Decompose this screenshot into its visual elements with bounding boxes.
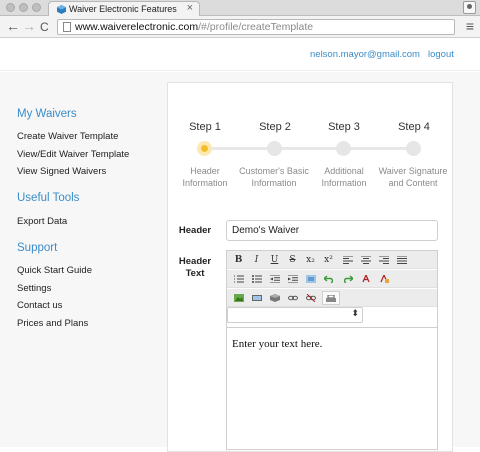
cube-favicon-icon (57, 5, 66, 14)
forward-icon[interactable]: → (22, 19, 36, 33)
editor-toolbar-row-3 (227, 289, 437, 307)
close-window-button[interactable] (6, 3, 15, 12)
step-2-indicator[interactable] (267, 141, 282, 156)
step-2-desc-line1: Customer's Basic (239, 166, 309, 176)
step-2-desc-line2: Information (251, 178, 297, 188)
insert-image-icon[interactable] (231, 291, 246, 305)
logout-link[interactable]: logout (428, 49, 454, 60)
step-2-description: Customer's Basic Information (234, 165, 314, 189)
align-justify-icon[interactable] (394, 253, 409, 267)
browser-menu-icon[interactable]: ≡ (466, 18, 474, 34)
url-host: www.waiverelectronic.com (75, 21, 199, 33)
step-3-description: Additional Information (304, 165, 384, 189)
step-1-desc-line2: Information (182, 178, 228, 188)
indent-icon[interactable] (285, 272, 300, 286)
insert-link-icon[interactable] (285, 291, 300, 305)
text-color-icon[interactable] (358, 272, 373, 286)
editor-content-area[interactable]: Enter your text here. (227, 327, 437, 449)
format-select[interactable]: ⬍ (227, 307, 363, 323)
step-4-desc-line1: Waiver Signature (378, 166, 448, 176)
underline-button[interactable]: U (267, 253, 282, 267)
step-3-desc-line1: Additional (324, 166, 364, 176)
sidebar-item-view-edit-waiver-template[interactable]: View/Edit Waiver Template (17, 149, 129, 160)
browser-toolbar: ← → C www.waiverelectronic.com/#/profile… (0, 16, 480, 38)
unordered-list-icon[interactable] (249, 272, 264, 286)
address-bar[interactable]: www.waiverelectronic.com/#/profile/creat… (57, 19, 455, 35)
highlight-color-icon[interactable] (376, 272, 391, 286)
sidebar-item-contact-us[interactable]: Contact us (17, 300, 62, 311)
sidebar-item-export-data[interactable]: Export Data (17, 216, 67, 227)
step-3-desc-line2: Information (321, 178, 367, 188)
step-4-desc-line2: and Content (388, 178, 438, 188)
user-email-link[interactable]: nelson.mayor@gmail.com (310, 49, 420, 60)
page-icon (63, 22, 71, 32)
step-4-label: Step 4 (398, 121, 430, 133)
insert-object-icon[interactable] (267, 291, 282, 305)
blockquote-icon[interactable] (303, 272, 318, 286)
align-right-icon[interactable] (376, 253, 391, 267)
minimize-window-button[interactable] (19, 3, 28, 12)
align-center-icon[interactable] (358, 253, 373, 267)
header-text-field-label: Header Text (177, 256, 213, 280)
url-text: www.waiverelectronic.com/#/profile/creat… (75, 21, 313, 33)
select-arrows-icon: ⬍ (351, 308, 359, 318)
outdent-icon[interactable] (267, 272, 282, 286)
subscript-button[interactable]: x₂ (303, 253, 318, 267)
step-3-indicator[interactable] (336, 141, 351, 156)
header-text-label-line1: Header (178, 256, 212, 267)
superscript-button[interactable]: x² (321, 253, 336, 267)
print-icon[interactable] (322, 291, 340, 305)
reload-icon[interactable]: C (40, 20, 49, 34)
align-left-icon[interactable] (340, 253, 355, 267)
sidebar-item-prices-and-plans[interactable]: Prices and Plans (17, 318, 88, 329)
tab-title: Waiver Electronic Features (69, 4, 177, 14)
step-2-label: Step 2 (259, 121, 291, 133)
italic-button[interactable]: I (249, 253, 264, 267)
header-input[interactable] (226, 220, 438, 241)
step-3-label: Step 3 (328, 121, 360, 133)
step-4-indicator[interactable] (406, 141, 421, 156)
browser-tab-bar: Waiver Electronic Features × (0, 0, 480, 17)
insert-video-icon[interactable] (249, 291, 264, 305)
editor-toolbar-row-1: B I U S x₂ x² (227, 251, 437, 269)
step-1-indicator[interactable] (197, 141, 212, 156)
step-1-description: Header Information (165, 165, 245, 189)
undo-icon[interactable] (321, 272, 336, 286)
remove-link-icon[interactable] (303, 291, 318, 305)
step-1-label: Step 1 (189, 121, 221, 133)
header-text-label-line2: Text (185, 268, 205, 279)
profile-icon[interactable] (463, 1, 476, 14)
bold-button[interactable]: B (231, 253, 246, 267)
zoom-window-button[interactable] (32, 3, 41, 12)
tab-close-icon[interactable]: × (187, 2, 193, 14)
sidebar-item-quick-start-guide[interactable]: Quick Start Guide (17, 265, 92, 276)
url-path: /#/profile/createTemplate (198, 21, 314, 33)
sidebar-item-settings[interactable]: Settings (17, 283, 51, 294)
stepper-track (205, 147, 413, 150)
header-field-label: Header (178, 225, 212, 236)
sidebar-item-view-signed-waivers[interactable]: View Signed Waivers (17, 166, 106, 177)
section-title-useful-tools: Useful Tools (17, 192, 80, 204)
browser-tab[interactable]: Waiver Electronic Features × (48, 1, 200, 17)
rich-text-editor: B I U S x₂ x² ⬍ Enter your text here. (226, 250, 438, 450)
strikethrough-button[interactable]: S (285, 253, 300, 267)
app-header: nelson.mayor@gmail.com logout (0, 38, 480, 71)
ordered-list-icon[interactable] (231, 272, 246, 286)
editor-text: Enter your text here. (232, 338, 323, 350)
section-title-support: Support (17, 242, 58, 254)
redo-icon[interactable] (340, 272, 355, 286)
back-icon[interactable]: ← (6, 19, 20, 33)
sidebar-item-create-waiver-template[interactable]: Create Waiver Template (17, 131, 118, 142)
editor-toolbar-row-2 (227, 270, 437, 288)
step-4-description: Waiver Signature and Content (373, 165, 453, 189)
section-title-my-waivers: My Waivers (17, 108, 77, 120)
step-1-desc-line1: Header (190, 166, 220, 176)
